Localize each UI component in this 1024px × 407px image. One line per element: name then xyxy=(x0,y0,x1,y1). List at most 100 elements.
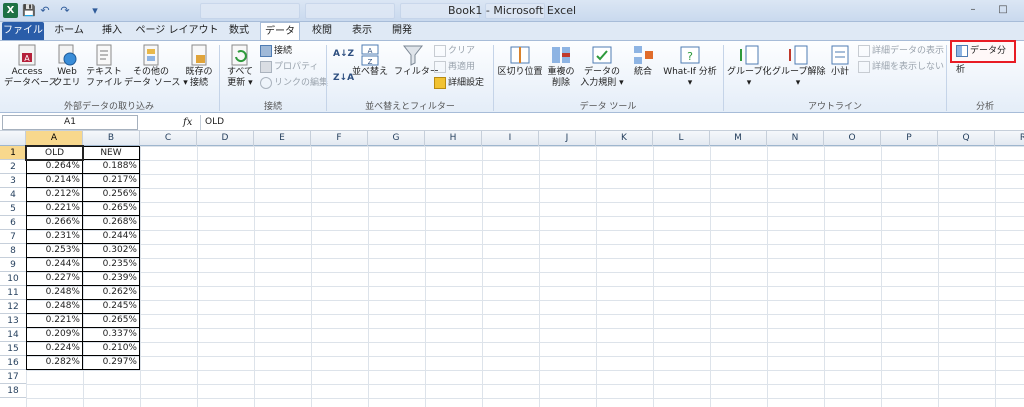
cell-old-value[interactable]: 0.224% xyxy=(26,342,83,356)
column-header-b[interactable]: B xyxy=(83,131,140,146)
subtotal-button[interactable]: 小計 xyxy=(826,43,854,78)
reapply-button[interactable]: 再適用 xyxy=(434,60,475,75)
cell-new-value[interactable]: 0.244% xyxy=(83,230,140,244)
column-header-o[interactable]: O xyxy=(824,131,881,146)
data-validation-button[interactable]: データの 入力規則 ▾ xyxy=(579,43,625,89)
column-header-i[interactable]: I xyxy=(482,131,539,146)
cell-old-value[interactable]: 0.248% xyxy=(26,286,83,300)
remove-duplicates-button[interactable]: 重複の 削除 xyxy=(545,43,577,89)
row-header-17[interactable]: 17 xyxy=(0,370,26,384)
minimize-button[interactable]: – xyxy=(960,2,986,18)
cell-old-value[interactable]: 0.221% xyxy=(26,314,83,328)
row-header-15[interactable]: 15 xyxy=(0,342,26,356)
connections-button[interactable]: 接続 xyxy=(260,44,292,59)
cell-old-value[interactable]: 0.264% xyxy=(26,160,83,174)
cell-old-value[interactable]: 0.244% xyxy=(26,258,83,272)
cell-old-value[interactable]: 0.221% xyxy=(26,202,83,216)
tab-view[interactable]: 表示 xyxy=(344,22,380,40)
tab-formulas[interactable]: 数式 xyxy=(222,22,256,40)
cell-old-value[interactable]: 0.231% xyxy=(26,230,83,244)
access-database-button[interactable]: A Access データベース xyxy=(4,43,58,89)
worksheet-grid[interactable]: OLD NEW 0.264% 0.214% 0.212% 0.221% 0.266% 0.23… xyxy=(26,146,1024,407)
row-header-8[interactable]: 8 xyxy=(0,244,26,258)
row-header-16[interactable]: 16 xyxy=(0,356,26,370)
cell-new-value[interactable]: 0.262% xyxy=(83,286,140,300)
row-header-9[interactable]: 9 xyxy=(0,258,26,272)
text-to-columns-button[interactable]: 区切り位置 xyxy=(497,43,543,78)
column-header-k[interactable]: K xyxy=(596,131,653,146)
cell-old-value[interactable]: 0.212% xyxy=(26,188,83,202)
redo-icon[interactable]: ↷ xyxy=(58,3,72,18)
column-header-m[interactable]: M xyxy=(710,131,767,146)
cell-old-value[interactable]: 0.248% xyxy=(26,300,83,314)
cell-new-value[interactable]: 0.245% xyxy=(83,300,140,314)
sort-ascending-button[interactable]: A↓Z xyxy=(333,47,354,62)
cell-new-value[interactable]: 0.217% xyxy=(83,174,140,188)
consolidate-button[interactable]: 統合 xyxy=(628,43,658,78)
group-button[interactable]: グループ化 ▾ xyxy=(727,43,771,89)
column-header-l[interactable]: L xyxy=(653,131,710,146)
cell-b1-header[interactable]: NEW xyxy=(83,146,140,160)
cell-old-value[interactable]: 0.266% xyxy=(26,216,83,230)
qat-customize-icon[interactable]: ▾ xyxy=(88,3,102,18)
row-header-18[interactable]: 18 xyxy=(0,384,26,398)
tab-home[interactable]: ホーム xyxy=(48,22,90,40)
column-header-f[interactable]: F xyxy=(311,131,368,146)
maximize-button[interactable]: □ xyxy=(990,2,1016,18)
tab-insert[interactable]: 挿入 xyxy=(94,22,130,40)
tab-data[interactable]: データ xyxy=(260,22,300,40)
ungroup-button[interactable]: グループ解除 ▾ xyxy=(772,43,825,89)
column-header-c[interactable]: C xyxy=(140,131,197,146)
refresh-all-button[interactable]: すべて 更新 ▾ xyxy=(224,43,256,89)
row-header-5[interactable]: 5 xyxy=(0,202,26,216)
other-sources-button[interactable]: その他の データ ソース ▾ xyxy=(124,43,188,89)
row-header-2[interactable]: 2 xyxy=(0,160,26,174)
text-file-button[interactable]: テキスト ファイル xyxy=(84,43,124,89)
tab-file[interactable]: ファイル xyxy=(2,22,44,40)
cell-new-value[interactable]: 0.210% xyxy=(83,342,140,356)
filter-button[interactable]: フィルター xyxy=(394,43,439,78)
cell-old-value[interactable]: 0.227% xyxy=(26,272,83,286)
cell-new-value[interactable]: 0.235% xyxy=(83,258,140,272)
sort-descending-button[interactable]: Z↓A xyxy=(333,71,354,86)
row-header-12[interactable]: 12 xyxy=(0,300,26,314)
tab-page-layout[interactable]: ページ レイアウト xyxy=(134,22,220,40)
advanced-filter-button[interactable]: 詳細設定 xyxy=(434,76,484,91)
column-header-n[interactable]: N xyxy=(767,131,824,146)
web-query-button[interactable]: Web クエリ xyxy=(52,43,82,89)
cell-new-value[interactable]: 0.337% xyxy=(83,328,140,342)
column-header-j[interactable]: J xyxy=(539,131,596,146)
cell-old-value[interactable]: 0.282% xyxy=(26,356,83,370)
formula-input[interactable]: OLD xyxy=(200,115,1020,130)
save-icon[interactable]: 💾 xyxy=(22,3,36,18)
hide-detail-button[interactable]: 詳細を表示しない xyxy=(858,60,944,75)
row-header-6[interactable]: 6 xyxy=(0,216,26,230)
column-header-a[interactable]: A xyxy=(26,131,83,146)
name-box[interactable]: A1 xyxy=(2,115,138,130)
column-header-g[interactable]: G xyxy=(368,131,425,146)
cell-new-value[interactable]: 0.188% xyxy=(83,160,140,174)
data-analysis-button[interactable]: データ分析 xyxy=(950,40,1016,75)
cell-new-value[interactable]: 0.265% xyxy=(83,202,140,216)
column-header-q[interactable]: Q xyxy=(938,131,995,146)
undo-icon[interactable]: ↶ xyxy=(38,3,52,18)
row-header-13[interactable]: 13 xyxy=(0,314,26,328)
tab-review[interactable]: 校閲 xyxy=(304,22,340,40)
cell-new-value[interactable]: 0.268% xyxy=(83,216,140,230)
properties-button[interactable]: プロパティ xyxy=(260,60,318,75)
row-header-1[interactable]: 1 xyxy=(0,146,26,160)
column-header-e[interactable]: E xyxy=(254,131,311,146)
column-header-h[interactable]: H xyxy=(425,131,482,146)
cell-a1-header[interactable]: OLD xyxy=(26,146,83,160)
cell-new-value[interactable]: 0.297% xyxy=(83,356,140,370)
existing-connections-button[interactable]: 既存の 接続 xyxy=(184,43,214,89)
cell-new-value[interactable]: 0.239% xyxy=(83,272,140,286)
cell-old-value[interactable]: 0.209% xyxy=(26,328,83,342)
cell-new-value[interactable]: 0.302% xyxy=(83,244,140,258)
column-header-p[interactable]: P xyxy=(881,131,938,146)
clear-button[interactable]: クリア xyxy=(434,44,475,59)
tab-developer[interactable]: 開発 xyxy=(384,22,420,40)
column-header-r[interactable]: R xyxy=(995,131,1024,146)
row-header-14[interactable]: 14 xyxy=(0,328,26,342)
row-header-11[interactable]: 11 xyxy=(0,286,26,300)
